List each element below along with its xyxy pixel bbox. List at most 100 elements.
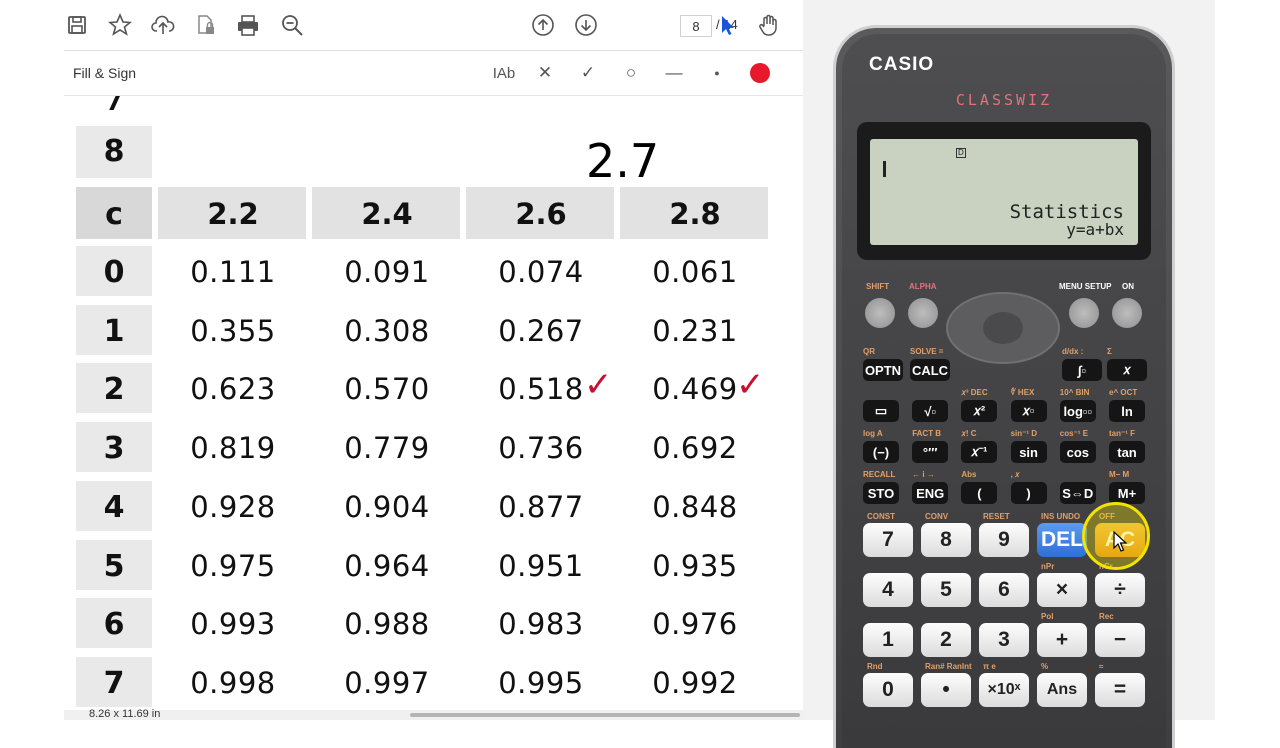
page-number-input[interactable]: 8 — [680, 15, 712, 37]
calculator-brand: CASIO — [869, 54, 935, 75]
row-label: 5 — [103, 548, 125, 584]
key-=[interactable]: = — [1095, 673, 1145, 707]
mouse-cursor-icon — [1113, 531, 1128, 552]
key-ans[interactable]: Ans — [1037, 673, 1087, 707]
cross-mark-tool[interactable]: ✕ — [532, 61, 558, 85]
table-cell: 0.736 — [498, 431, 584, 466]
key-5[interactable]: 5 — [921, 573, 971, 607]
function-key[interactable]: (−) — [863, 441, 899, 463]
function-key[interactable]: 𝑥² — [961, 400, 998, 422]
table-cell: 0.074 — [498, 255, 584, 289]
key-7[interactable]: 7 — [863, 523, 913, 557]
main-toolbar: 8 / 14 — [64, 0, 803, 51]
row-label: 7 — [103, 665, 125, 701]
table-cell: 0.877 — [498, 489, 584, 524]
on-label: ON — [1122, 282, 1134, 291]
function-key[interactable]: M+ — [1109, 482, 1145, 504]
on-button[interactable] — [1112, 298, 1142, 328]
function-key[interactable]: ( — [961, 482, 998, 504]
function-key[interactable]: S⇔D — [1059, 482, 1096, 504]
line-tool[interactable]: — — [661, 61, 687, 85]
key-9[interactable]: 9 — [979, 523, 1029, 557]
row-label: 6 — [103, 607, 125, 643]
page-up-icon[interactable] — [530, 12, 556, 38]
table-cell: 0.928 — [190, 489, 276, 524]
alpha-button[interactable] — [908, 298, 938, 328]
fill-sign-label: Fill & Sign — [73, 65, 137, 81]
key-sublabel: CONST — [867, 512, 895, 521]
table-cell: 0.061 — [652, 255, 738, 289]
table-cell: 0.570 — [344, 372, 430, 407]
key-decimal[interactable]: • — [921, 673, 971, 707]
function-key[interactable]: √▫ — [912, 400, 949, 422]
table-cell: 0.091 — [344, 255, 430, 289]
key-÷[interactable]: ÷ — [1095, 573, 1145, 607]
upload-icon[interactable] — [150, 12, 176, 38]
function-key[interactable]: 𝑥▫ — [1010, 400, 1047, 422]
function-key[interactable]: °′″ — [912, 441, 949, 463]
key-4[interactable]: 4 — [863, 573, 913, 607]
function-key[interactable]: 𝑥 — [1107, 359, 1147, 381]
key-sublabel: INS UNDO — [1041, 512, 1081, 521]
file-lock-icon[interactable] — [193, 12, 219, 38]
function-key[interactable]: cos — [1059, 441, 1096, 463]
check-mark-annotation: ✓ — [584, 365, 613, 406]
function-key[interactable]: ln — [1109, 400, 1145, 422]
star-icon[interactable] — [107, 12, 133, 38]
menu-setup-label: MENU SETUP — [1059, 282, 1112, 291]
function-key[interactable]: CALC — [910, 359, 950, 381]
function-key-sublabel: ∜ HEX — [1010, 388, 1035, 397]
table-cell: 0.819 — [190, 431, 276, 466]
check-mark-tool[interactable]: ✓ — [575, 61, 601, 85]
table-cell: 0.998 — [190, 665, 276, 700]
dot-tool[interactable]: ● — [704, 61, 730, 85]
menu-button[interactable] — [1069, 298, 1099, 328]
partial-row-label: 7 — [105, 96, 123, 116]
function-key[interactable]: tan — [1109, 441, 1145, 463]
direction-pad-center — [983, 312, 1023, 344]
function-key[interactable]: log▫▫ — [1059, 400, 1096, 422]
add-text-tool[interactable]: IAb — [489, 61, 519, 85]
calculator-display: D Statistics y=a+bx — [870, 139, 1138, 245]
function-key[interactable]: ▭ — [863, 400, 899, 422]
table-cell: 0.964 — [344, 548, 430, 583]
function-key[interactable]: sin — [1010, 441, 1047, 463]
table-cell: 0.951 — [498, 548, 584, 583]
table-cell: 0.997 — [344, 665, 430, 700]
function-key[interactable]: ) — [1010, 482, 1047, 504]
function-key[interactable]: ∫▫ — [1062, 359, 1102, 381]
key-6[interactable]: 6 — [979, 573, 1029, 607]
row-label: 2 — [103, 372, 125, 408]
key-sublabel: Rnd — [867, 662, 883, 671]
column-header: 2.2 — [207, 197, 259, 231]
function-key-sublabel: cos⁻¹ E — [1059, 429, 1089, 438]
function-key[interactable]: STO — [863, 482, 899, 504]
function-key[interactable]: OPTN — [863, 359, 903, 381]
key-+[interactable]: + — [1037, 623, 1087, 657]
shift-button[interactable] — [865, 298, 895, 328]
pdf-viewer: 8 / 14 Fill & Sign IAb ✕ ✓ ○ — ● 7 8 2.7 — [0, 0, 803, 720]
function-key[interactable]: ENG — [912, 482, 949, 504]
function-key[interactable]: 𝑥⁻¹ — [961, 441, 998, 463]
key-×[interactable]: × — [1037, 573, 1087, 607]
calculator-body: CASIO CLASSWIZ D Statistics y=a+bx SHIFT… — [836, 28, 1172, 748]
pointer-icon[interactable] — [714, 12, 740, 38]
key-3[interactable]: 3 — [979, 623, 1029, 657]
key-2[interactable]: 2 — [921, 623, 971, 657]
horizontal-scrollbar[interactable] — [410, 713, 800, 717]
key-8[interactable]: 8 — [921, 523, 971, 557]
ellipse-tool[interactable]: ○ — [618, 61, 644, 85]
save-icon[interactable] — [64, 12, 90, 38]
print-icon[interactable] — [235, 12, 261, 38]
key-×10ˣ[interactable]: ×10ˣ — [979, 673, 1029, 707]
key-0[interactable]: 0 — [863, 673, 913, 707]
alpha-label: ALPHA — [909, 282, 937, 291]
color-picker[interactable] — [747, 61, 773, 85]
key-1[interactable]: 1 — [863, 623, 913, 657]
hand-icon[interactable] — [756, 12, 782, 38]
zoom-out-icon[interactable] — [279, 12, 305, 38]
key-del[interactable]: DEL — [1037, 523, 1087, 557]
function-key-sublabel: e^ OCT — [1109, 388, 1138, 397]
page-down-icon[interactable] — [573, 12, 599, 38]
key-−[interactable]: − — [1095, 623, 1145, 657]
